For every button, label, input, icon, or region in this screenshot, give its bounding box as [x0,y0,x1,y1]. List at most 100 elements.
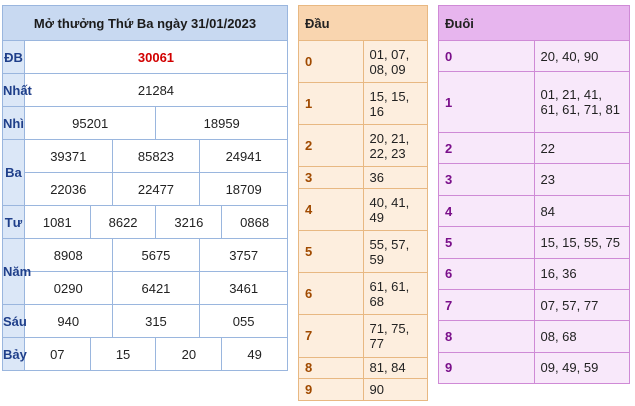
duoi-values: 84 [533,194,630,228]
prize-value-nhi: 95201 [23,106,157,140]
duoi-values: 01, 21, 41, 61, 61, 71, 81 [533,71,630,134]
dau-values: 36 [362,166,428,190]
dau-row: 7 71, 75, 77 [298,314,428,358]
duoi-values: 15, 15, 55, 75 [533,226,630,259]
prize-value-sau: 315 [111,304,201,338]
prize-value-ba: 85823 [111,139,201,173]
dau-values: 20, 21, 22, 23 [362,124,428,168]
prize-value-nam: 5675 [111,238,201,272]
duoi-row: 0 20, 40, 90 [438,39,630,73]
duoi-row: 6 16, 36 [438,257,630,290]
results-table: Mở thưởng Thứ Ba ngày 31/01/2023 ĐB 3006… [2,5,289,371]
dau-digit: 5 [298,230,364,274]
dau-digit: 4 [298,188,364,232]
dau-digit: 0 [298,39,364,84]
dau-digit: 8 [298,356,364,380]
duoi-values: 16, 36 [533,257,630,290]
prize-value-bay: 20 [155,337,223,371]
duoi-digit: 6 [438,257,535,290]
dau-values: 61, 61, 68 [362,272,428,316]
dau-row: 5 55, 57, 59 [298,230,428,274]
prize-label-bay: Bảy [2,337,27,371]
dau-row: 1 15, 15, 16 [298,82,428,126]
prize-value-sau: 055 [199,304,288,338]
dau-header: Đầu [298,5,428,41]
prize-value-nam: 3757 [199,238,288,272]
dau-row: 9 90 [298,378,428,401]
dau-row: 8 81, 84 [298,356,428,380]
duoi-values: 09, 49, 59 [533,351,630,385]
dau-row: 6 61, 61, 68 [298,272,428,316]
prize-value-sau: 940 [23,304,113,338]
prize-value-ba: 39371 [23,139,113,173]
prize-value-nam: 6421 [111,271,201,305]
dau-values: 81, 84 [362,356,428,380]
dau-values: 71, 75, 77 [362,314,428,358]
dau-digit: 6 [298,272,364,316]
dau-row: 3 36 [298,166,428,190]
duoi-digit: 0 [438,39,535,73]
duoi-digit: 8 [438,320,535,353]
prize-value-tu: 3216 [155,205,223,239]
duoi-row: 4 84 [438,194,630,228]
prize-value-tu: 1081 [23,205,91,239]
duoi-digit: 5 [438,226,535,259]
duoi-table: Đuôi 0 20, 40, 90 1 01, 21, 41, 61, 61, 71… [438,5,630,385]
dau-values: 55, 57, 59 [362,230,428,274]
dau-row: 2 20, 21, 22, 23 [298,124,428,168]
prize-value-nam: 3461 [199,271,288,305]
prize-value-ba: 22477 [111,172,201,206]
dau-digit: 9 [298,378,364,401]
prize-value-nam: 8908 [23,238,113,272]
dau-digit: 1 [298,82,364,126]
dau-row: 4 40, 41, 49 [298,188,428,232]
duoi-digit: 7 [438,288,535,322]
duoi-row: 9 09, 49, 59 [438,351,630,385]
duoi-digit: 3 [438,163,535,196]
duoi-row: 7 07, 57, 77 [438,288,630,322]
dau-row: 0 01, 07, 08, 09 [298,39,428,84]
prize-value-db: 30061 [23,40,289,74]
prize-value-ba: 18709 [199,172,288,206]
duoi-header: Đuôi [438,5,630,41]
prize-value-ba: 24941 [199,139,288,173]
dau-values: 40, 41, 49 [362,188,428,232]
duoi-digit: 1 [438,71,535,134]
dau-digit: 2 [298,124,364,168]
prize-value-ba: 22036 [23,172,113,206]
duoi-digit: 2 [438,132,535,165]
prize-value-bay: 15 [89,337,157,371]
prize-value-bay: 49 [221,337,288,371]
prize-value-bay: 07 [23,337,91,371]
prize-label-tu: Tư [2,205,25,239]
prize-value-tu: 0868 [221,205,288,239]
prize-label-nhi: Nhì [2,106,25,140]
duoi-row: 5 15, 15, 55, 75 [438,226,630,259]
prize-value-nhat: 21284 [23,73,289,107]
duoi-values: 23 [533,163,630,196]
duoi-values: 20, 40, 90 [533,39,630,73]
duoi-values: 22 [533,132,630,165]
prize-label-sau: Sáu [2,304,27,338]
prize-label-nhat: Nhất [2,73,32,107]
dau-values: 90 [362,378,428,401]
results-title: Mở thưởng Thứ Ba ngày 31/01/2023 [2,5,288,41]
prize-value-nam: 0290 [23,271,113,305]
prize-label-ba: Ba [2,139,25,206]
duoi-row: 2 22 [438,132,630,165]
prize-label-db: ĐB [2,40,25,74]
dau-table: Đầu 0 01, 07, 08, 09 1 15, 15, 16 2 20, 21,… [298,5,428,401]
duoi-values: 07, 57, 77 [533,288,630,322]
duoi-row: 8 08, 68 [438,320,630,353]
duoi-values: 08, 68 [533,320,630,353]
duoi-digit: 4 [438,194,535,228]
duoi-row: 3 23 [438,163,630,196]
prize-value-nhi: 18959 [155,106,288,140]
dau-values: 15, 15, 16 [362,82,428,126]
dau-digit: 7 [298,314,364,358]
duoi-digit: 9 [438,351,535,385]
dau-values: 01, 07, 08, 09 [362,39,428,84]
dau-digit: 3 [298,166,364,190]
duoi-row: 1 01, 21, 41, 61, 61, 71, 81 [438,71,630,134]
prize-value-tu: 8622 [89,205,157,239]
